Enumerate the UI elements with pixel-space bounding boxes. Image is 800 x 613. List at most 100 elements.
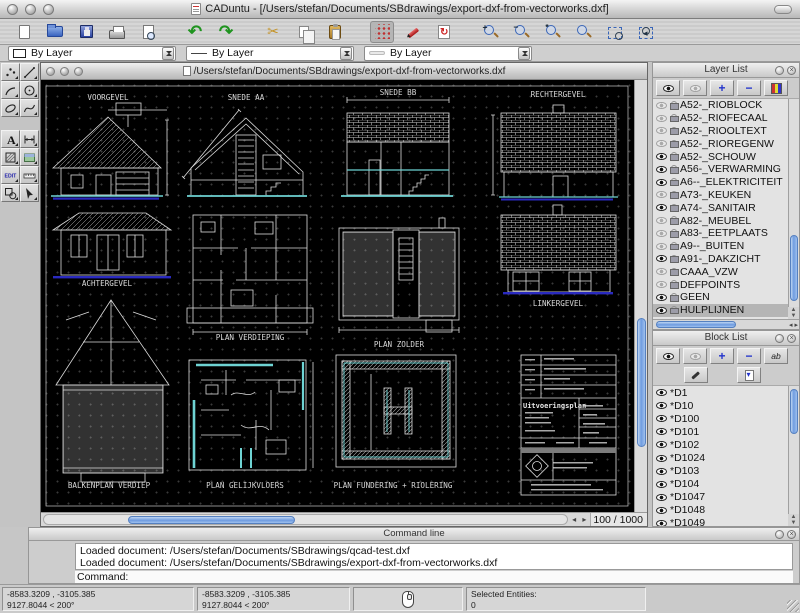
- zoom-window-tool-button[interactable]: [603, 21, 627, 43]
- block-visibility-icon[interactable]: [656, 455, 667, 462]
- linewidth-combobox-stepper[interactable]: [518, 47, 530, 60]
- canvas-vertical-scrollbar[interactable]: [634, 80, 647, 512]
- layer-visibility-icon[interactable]: [656, 294, 667, 301]
- remove-layer-button[interactable]: −: [737, 80, 761, 96]
- doc-zoom-button[interactable]: [74, 67, 83, 76]
- layer-visibility-icon[interactable]: [656, 307, 667, 314]
- layer-list-close-button[interactable]: ×: [787, 66, 796, 75]
- layer-visibility-icon[interactable]: [656, 191, 667, 198]
- layer-visibility-icon[interactable]: [656, 115, 667, 122]
- add-layer-button[interactable]: +: [710, 80, 734, 96]
- block-row[interactable]: *D1: [653, 386, 788, 399]
- command-line-titlebar[interactable]: Command line ×: [29, 528, 799, 541]
- insert-block-button[interactable]: [737, 367, 761, 383]
- text-tool-button[interactable]: A: [1, 130, 20, 148]
- block-visibility-icon[interactable]: [656, 520, 667, 526]
- layer-visibility-icon[interactable]: [656, 102, 667, 109]
- previous-view-button[interactable]: [634, 21, 658, 43]
- hide-all-layers-button[interactable]: [683, 80, 707, 96]
- document-titlebar[interactable]: /Users/stefan/Documents/SBdrawings/expor…: [41, 63, 647, 80]
- print-button[interactable]: [105, 21, 129, 43]
- measure-tool-button[interactable]: [20, 166, 39, 184]
- layer-row[interactable]: A74-_SANITAIR: [653, 201, 788, 214]
- color-combobox[interactable]: By Layer: [8, 46, 176, 61]
- arcs-tool-button[interactable]: [1, 81, 20, 99]
- block-list-float-button[interactable]: [775, 334, 784, 343]
- open-document-button[interactable]: [43, 21, 67, 43]
- auto-zoom-button[interactable]: [541, 21, 565, 43]
- layer-row[interactable]: A6--_ELEKTRICITEIT: [653, 176, 788, 189]
- canvas-hscroll-track[interactable]: [43, 514, 568, 525]
- grid-toggle-button[interactable]: [370, 21, 394, 43]
- block-row[interactable]: *D10: [653, 399, 788, 412]
- layer-visibility-icon[interactable]: [656, 166, 667, 173]
- layer-list-hscrollbar[interactable]: ◂ ▸: [653, 319, 799, 329]
- layer-list-scroll-thumb[interactable]: [790, 235, 798, 301]
- linetype-combobox[interactable]: By Layer: [186, 46, 354, 61]
- layer-visibility-icon[interactable]: [656, 230, 667, 237]
- command-input[interactable]: Command:: [75, 571, 793, 583]
- add-block-button[interactable]: +: [710, 348, 734, 364]
- layer-row-selected[interactable]: HULPLIJNEN: [653, 304, 788, 317]
- select-tool-button[interactable]: [20, 184, 39, 202]
- layer-visibility-icon[interactable]: [656, 127, 667, 134]
- color-combobox-stepper[interactable]: [162, 47, 174, 60]
- block-row[interactable]: *D1047: [653, 491, 788, 504]
- lines-tool-button[interactable]: [20, 63, 39, 81]
- undo-button[interactable]: [183, 21, 207, 43]
- canvas-hscroll-thumb[interactable]: [128, 516, 295, 525]
- block-row[interactable]: *D102: [653, 438, 788, 451]
- splines-tool-button[interactable]: [20, 99, 39, 117]
- block-row[interactable]: *D101: [653, 425, 788, 438]
- resize-grip[interactable]: [787, 600, 799, 612]
- show-all-layers-button[interactable]: [656, 80, 680, 96]
- block-list-scroll-arrows[interactable]: ▲▼: [788, 514, 799, 526]
- layer-row[interactable]: A52-_RIOFECAAL: [653, 112, 788, 125]
- block-visibility-icon[interactable]: [656, 468, 667, 475]
- layer-row[interactable]: A9--_BUITEN: [653, 240, 788, 253]
- layer-visibility-icon[interactable]: [656, 153, 667, 160]
- layer-row[interactable]: A83-_EETPLAATS: [653, 227, 788, 240]
- block-row[interactable]: *D103: [653, 465, 788, 478]
- hide-all-blocks-button[interactable]: [683, 348, 707, 364]
- layer-row[interactable]: A91-_DAKZICHT: [653, 253, 788, 266]
- doc-minimize-button[interactable]: [60, 67, 69, 76]
- redraw-button[interactable]: [432, 21, 456, 43]
- block-list-titlebar[interactable]: Block List ×: [653, 331, 799, 346]
- block-row[interactable]: *D104: [653, 478, 788, 491]
- redo-button[interactable]: [214, 21, 238, 43]
- command-line-close-button[interactable]: ×: [787, 530, 796, 539]
- zoom-out-button[interactable]: [510, 21, 534, 43]
- save-document-button[interactable]: [74, 21, 98, 43]
- pen-draft-button[interactable]: [401, 21, 425, 43]
- layer-visibility-icon[interactable]: [656, 140, 667, 147]
- layer-row[interactable]: A73-_KEUKEN: [653, 189, 788, 202]
- remove-block-button[interactable]: −: [737, 348, 761, 364]
- layer-row[interactable]: A56-_VERWARMING: [653, 163, 788, 176]
- block-row[interactable]: *D1048: [653, 504, 788, 517]
- block-visibility-icon[interactable]: [656, 441, 667, 448]
- layer-list-scroll-arrows[interactable]: ▲▼: [788, 307, 799, 319]
- circles-tool-button[interactable]: [20, 81, 39, 99]
- layer-row[interactable]: DEFPOINTS: [653, 278, 788, 291]
- block-visibility-icon[interactable]: [656, 415, 667, 422]
- layer-list-hscroll-thumb[interactable]: [656, 321, 736, 328]
- layer-visibility-icon[interactable]: [656, 281, 667, 288]
- paste-button[interactable]: [323, 21, 347, 43]
- dimensions-tool-button[interactable]: [20, 130, 39, 148]
- rename-block-button[interactable]: ab: [764, 348, 788, 364]
- blocks-tool-button[interactable]: [1, 184, 20, 202]
- layer-row[interactable]: CAAA_VZW: [653, 265, 788, 278]
- layer-visibility-icon[interactable]: [656, 243, 667, 250]
- linewidth-combobox[interactable]: By Layer: [364, 46, 532, 61]
- doc-close-button[interactable]: [46, 67, 55, 76]
- block-visibility-icon[interactable]: [656, 402, 667, 409]
- linetype-combobox-stepper[interactable]: [340, 47, 352, 60]
- hatch-tool-button[interactable]: [1, 148, 20, 166]
- new-document-button[interactable]: [12, 21, 36, 43]
- block-visibility-icon[interactable]: [656, 428, 667, 435]
- points-tool-button[interactable]: [1, 63, 20, 81]
- command-line-float-button[interactable]: [775, 530, 784, 539]
- layer-list-scrollbar[interactable]: ▲▼: [788, 99, 799, 319]
- layer-visibility-icon[interactable]: [656, 217, 667, 224]
